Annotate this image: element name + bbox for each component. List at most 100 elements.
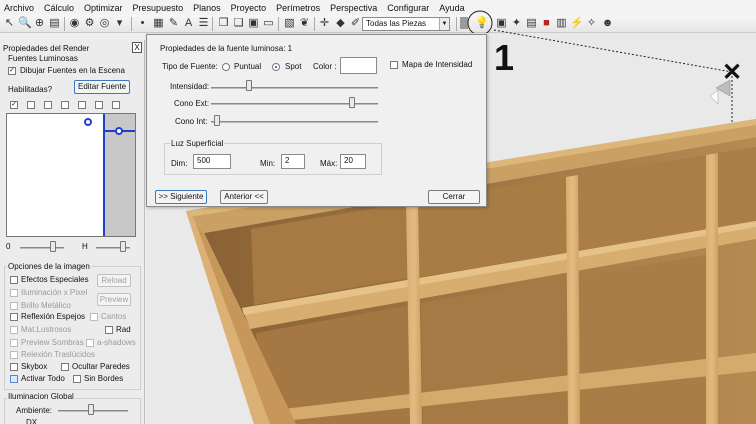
a-shadows-checkbox[interactable]: [86, 339, 94, 347]
source-7-checkbox[interactable]: [112, 101, 120, 109]
menu-item-optimizar[interactable]: Optimizar: [84, 3, 123, 13]
view-icon[interactable]: ◎: [98, 17, 111, 30]
window-icon[interactable]: ▭: [262, 17, 275, 30]
paste-icon[interactable]: ❏: [232, 17, 245, 30]
intensity-slider-track[interactable]: [211, 87, 378, 89]
chevron-down-icon: ▼: [439, 18, 449, 30]
source-4-checkbox[interactable]: [61, 101, 69, 109]
menu-item-planos[interactable]: Planos: [193, 3, 221, 13]
pieces-filter-select[interactable]: Todas las Piezas ▼: [362, 17, 450, 31]
brush-icon[interactable]: ✐: [349, 17, 362, 30]
edit-source-button[interactable]: Editar Fuente: [74, 80, 130, 94]
wand-icon[interactable]: ⚡: [570, 17, 584, 30]
spot-label: Spot: [285, 62, 302, 71]
mirror-reflection-label: Reflexión Espejos: [21, 312, 86, 321]
close-icon[interactable]: X: [132, 42, 142, 53]
global-lighting-title: Iluminacion Global: [7, 392, 75, 401]
paint-icon[interactable]: ◆: [334, 17, 347, 30]
activate-all-checkbox[interactable]: [10, 375, 18, 383]
rad-checkbox[interactable]: [105, 326, 113, 334]
mirror-reflection-checkbox[interactable]: [10, 313, 18, 321]
menu-item-ayuda[interactable]: Ayuda: [439, 3, 464, 13]
settings-icon[interactable]: ⚙: [83, 17, 96, 30]
previous-button[interactable]: Anterior <<: [220, 190, 268, 204]
move-icon[interactable]: ✛: [318, 17, 331, 30]
light-height-handle[interactable]: [115, 127, 123, 135]
copy-icon[interactable]: ❐: [217, 17, 230, 30]
translucent-reflection-checkbox[interactable]: [10, 351, 18, 359]
next-button[interactable]: >> Siguiente: [155, 190, 207, 204]
light-position-preview[interactable]: [6, 113, 136, 237]
document-icon[interactable]: ▤: [525, 17, 538, 30]
zoom-icon[interactable]: 🔍: [18, 17, 32, 30]
menu-item-proyecto[interactable]: Proyecto: [231, 3, 267, 13]
toolbar: ↖ 🔍 ⊕ ▤ ◉ ⚙ ◎ ▾ • ▦ ✎ A ☰ ❐ ❏ ▣ ▭ ▧ ❦ ✛ …: [0, 15, 756, 33]
color-picker[interactable]: [340, 57, 377, 74]
source-6-checkbox[interactable]: [95, 101, 103, 109]
people-icon[interactable]: ☻: [601, 17, 614, 30]
hide-walls-checkbox[interactable]: [61, 363, 69, 371]
intensity-map-checkbox[interactable]: [390, 61, 398, 69]
pointer-tool-icon[interactable]: ↖: [3, 17, 16, 30]
source-1-checkbox[interactable]: ✓: [10, 101, 18, 109]
text-icon[interactable]: A: [182, 17, 195, 30]
frame-icon[interactable]: ▣: [247, 17, 260, 30]
min-field[interactable]: 2: [281, 154, 305, 169]
edit-icon[interactable]: ✎: [167, 17, 180, 30]
cube-icon[interactable]: ■: [540, 17, 553, 30]
intensity-slider-thumb[interactable]: [246, 80, 253, 91]
pixel-lighting-checkbox[interactable]: [10, 289, 18, 297]
source-type-label: Tipo de Fuente:: [162, 62, 218, 71]
box-icon[interactable]: ▣: [495, 17, 508, 30]
filter-icon[interactable]: ▾: [113, 17, 126, 30]
bird-icon[interactable]: ✦: [510, 17, 523, 30]
max-field[interactable]: 20: [340, 154, 366, 169]
menu-item-calculo[interactable]: Cálculo: [44, 3, 74, 13]
slider-o-thumb[interactable]: [50, 241, 56, 252]
preview-shadows-checkbox[interactable]: [10, 339, 18, 347]
print-icon[interactable]: ▤: [48, 17, 61, 30]
cone-ext-slider-thumb[interactable]: [349, 97, 356, 108]
slider-h-thumb[interactable]: [120, 241, 126, 252]
cone-int-slider-track[interactable]: [211, 121, 378, 123]
source-5-checkbox[interactable]: [78, 101, 86, 109]
slider-o-track[interactable]: [20, 247, 64, 249]
layers-icon[interactable]: ☰: [197, 17, 210, 30]
zoom-in-icon[interactable]: ⊕: [33, 17, 46, 30]
source-2-checkbox[interactable]: [27, 101, 35, 109]
special-effects-checkbox[interactable]: [10, 276, 18, 284]
leaf-icon[interactable]: ❦: [298, 17, 311, 30]
edges-checkbox[interactable]: [90, 313, 98, 321]
punctual-radio[interactable]: [222, 63, 230, 71]
draw-sources-checkbox[interactable]: ✓: [8, 67, 16, 75]
no-borders-checkbox[interactable]: [73, 375, 81, 383]
grid-icon[interactable]: ▦: [152, 17, 165, 30]
menu-item-configurar[interactable]: Configurar: [387, 3, 429, 13]
preview-button[interactable]: Preview: [97, 293, 131, 306]
menu-item-perimetros[interactable]: Perímetros: [276, 3, 320, 13]
dim-field[interactable]: 500: [193, 154, 231, 169]
point-icon[interactable]: •: [136, 17, 149, 30]
metallic-shine-checkbox[interactable]: [10, 302, 18, 310]
reload-button[interactable]: Reload: [97, 274, 131, 287]
glossy-mat-checkbox[interactable]: [10, 326, 18, 334]
image-icon[interactable]: ▧: [283, 17, 296, 30]
skybox-checkbox[interactable]: [10, 363, 18, 371]
menu-item-perspectiva[interactable]: Perspectiva: [330, 3, 377, 13]
magic-icon[interactable]: ✧: [585, 17, 598, 30]
menu-item-archivo[interactable]: Archivo: [4, 3, 34, 13]
film-icon[interactable]: ▥: [555, 17, 568, 30]
a-shadows-label: a-shadows: [97, 338, 136, 347]
close-button[interactable]: Cerrar: [428, 190, 480, 204]
ambient-slider-thumb[interactable]: [88, 404, 94, 415]
globe-icon[interactable]: ◉: [68, 17, 81, 30]
cone-int-slider-thumb[interactable]: [214, 115, 221, 126]
menu-item-presupuesto[interactable]: Presupuesto: [133, 3, 184, 13]
source-3-checkbox[interactable]: [44, 101, 52, 109]
toolbar-separator: [314, 17, 315, 31]
light-source-x-marker[interactable]: ✕: [722, 61, 742, 85]
min-label: Min:: [260, 159, 276, 168]
light-position-handle[interactable]: [84, 118, 92, 126]
rad-label: Rad: [116, 325, 131, 334]
spot-radio[interactable]: [272, 63, 280, 71]
